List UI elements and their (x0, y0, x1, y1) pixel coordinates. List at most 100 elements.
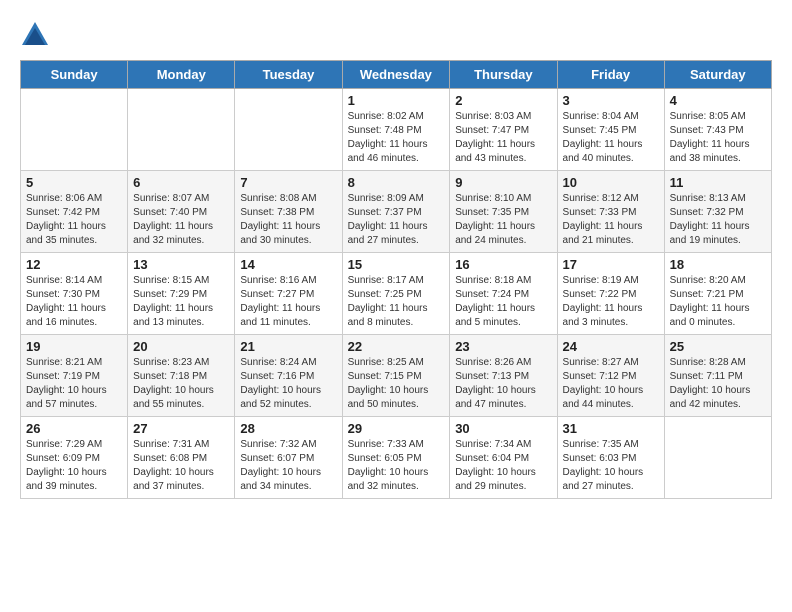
day-number: 25 (670, 339, 766, 354)
day-number: 26 (26, 421, 122, 436)
day-number: 14 (240, 257, 336, 272)
day-number: 2 (455, 93, 551, 108)
day-info: Sunrise: 8:10 AM Sunset: 7:35 PM Dayligh… (455, 192, 551, 248)
calendar-cell: 13 Sunrise: 8:15 AM Sunset: 7:29 PM Dayli… (128, 253, 235, 335)
day-number: 21 (240, 339, 336, 354)
day-of-week-header: Tuesday (235, 61, 342, 89)
day-info: Sunrise: 7:33 AM Sunset: 6:05 PM Dayligh… (348, 438, 445, 494)
day-info: Sunrise: 8:27 AM Sunset: 7:12 PM Dayligh… (563, 356, 659, 412)
day-number: 27 (133, 421, 229, 436)
calendar-cell: 6Sunrise: 8:07 AM Sunset: 7:40 PM Daylig… (128, 171, 235, 253)
day-number: 12 (26, 257, 122, 272)
day-info: Sunrise: 8:09 AM Sunset: 7:37 PM Dayligh… (348, 192, 445, 248)
day-number: 3 (563, 93, 659, 108)
day-info: Sunrise: 8:26 AM Sunset: 7:13 PM Dayligh… (455, 356, 551, 412)
calendar-cell: 29 Sunrise: 7:33 AM Sunset: 6:05 PM Dayli… (342, 417, 450, 499)
calendar: SundayMondayTuesdayWednesdayThursdayFrid… (20, 60, 772, 499)
calendar-cell: 23 Sunrise: 8:26 AM Sunset: 7:13 PM Dayli… (450, 335, 557, 417)
day-info: Sunrise: 8:06 AM Sunset: 7:42 PM Dayligh… (26, 192, 122, 248)
calendar-cell: 3Sunrise: 8:04 AM Sunset: 7:45 PM Daylig… (557, 89, 664, 171)
day-info: Sunrise: 8:24 AM Sunset: 7:16 PM Dayligh… (240, 356, 336, 412)
day-info: Sunrise: 8:15 AM Sunset: 7:29 PM Dayligh… (133, 274, 229, 330)
day-of-week-header: Saturday (664, 61, 771, 89)
day-number: 6 (133, 175, 229, 190)
day-info: Sunrise: 8:18 AM Sunset: 7:24 PM Dayligh… (455, 274, 551, 330)
calendar-cell: 17 Sunrise: 8:19 AM Sunset: 7:22 PM Dayli… (557, 253, 664, 335)
day-info: Sunrise: 8:13 AM Sunset: 7:32 PM Dayligh… (670, 192, 766, 248)
day-of-week-header: Friday (557, 61, 664, 89)
logo-icon (20, 20, 50, 50)
calendar-cell: 11 Sunrise: 8:13 AM Sunset: 7:32 PM Dayli… (664, 171, 771, 253)
day-number: 17 (563, 257, 659, 272)
day-number: 28 (240, 421, 336, 436)
day-number: 24 (563, 339, 659, 354)
day-info: Sunrise: 7:31 AM Sunset: 6:08 PM Dayligh… (133, 438, 229, 494)
calendar-cell: 25 Sunrise: 8:28 AM Sunset: 7:11 PM Dayli… (664, 335, 771, 417)
day-info: Sunrise: 8:23 AM Sunset: 7:18 PM Dayligh… (133, 356, 229, 412)
calendar-cell: 26Sunrise: 7:29 AM Sunset: 6:09 PM Dayli… (21, 417, 128, 499)
logo (20, 20, 54, 50)
calendar-week-row: 1Sunrise: 8:02 AM Sunset: 7:48 PM Daylig… (21, 89, 772, 171)
calendar-cell (664, 417, 771, 499)
calendar-week-row: 5 Sunrise: 8:06 AM Sunset: 7:42 PM Daylig… (21, 171, 772, 253)
day-info: Sunrise: 8:02 AM Sunset: 7:48 PM Dayligh… (348, 110, 445, 166)
day-number: 13 (133, 257, 229, 272)
day-number: 5 (26, 175, 122, 190)
day-info: Sunrise: 8:21 AM Sunset: 7:19 PM Dayligh… (26, 356, 122, 412)
day-number: 22 (348, 339, 445, 354)
calendar-cell: 24 Sunrise: 8:27 AM Sunset: 7:12 PM Dayli… (557, 335, 664, 417)
calendar-cell: 4 Sunrise: 8:05 AM Sunset: 7:43 PM Daylig… (664, 89, 771, 171)
day-number: 11 (670, 175, 766, 190)
day-info: Sunrise: 8:17 AM Sunset: 7:25 PM Dayligh… (348, 274, 445, 330)
day-info: Sunrise: 8:16 AM Sunset: 7:27 PM Dayligh… (240, 274, 336, 330)
calendar-cell: 28 Sunrise: 7:32 AM Sunset: 6:07 PM Dayli… (235, 417, 342, 499)
day-number: 29 (348, 421, 445, 436)
calendar-cell: 20 Sunrise: 8:23 AM Sunset: 7:18 PM Dayli… (128, 335, 235, 417)
calendar-cell: 14 Sunrise: 8:16 AM Sunset: 7:27 PM Dayli… (235, 253, 342, 335)
calendar-header-row: SundayMondayTuesdayWednesdayThursdayFrid… (21, 61, 772, 89)
calendar-cell: 5 Sunrise: 8:06 AM Sunset: 7:42 PM Daylig… (21, 171, 128, 253)
day-number: 31 (563, 421, 659, 436)
day-number: 20 (133, 339, 229, 354)
day-number: 4 (670, 93, 766, 108)
calendar-cell: 27 Sunrise: 7:31 AM Sunset: 6:08 PM Dayli… (128, 417, 235, 499)
calendar-cell (235, 89, 342, 171)
calendar-cell: 15 Sunrise: 8:17 AM Sunset: 7:25 PM Dayli… (342, 253, 450, 335)
day-info: Sunrise: 8:14 AM Sunset: 7:30 PM Dayligh… (26, 274, 122, 330)
calendar-cell: 31 Sunrise: 7:35 AM Sunset: 6:03 PM Dayli… (557, 417, 664, 499)
day-number: 23 (455, 339, 551, 354)
day-of-week-header: Wednesday (342, 61, 450, 89)
day-of-week-header: Monday (128, 61, 235, 89)
calendar-cell: 7Sunrise: 8:08 AM Sunset: 7:38 PM Daylig… (235, 171, 342, 253)
day-info: Sunrise: 8:19 AM Sunset: 7:22 PM Dayligh… (563, 274, 659, 330)
calendar-cell: 16 Sunrise: 8:18 AM Sunset: 7:24 PM Dayli… (450, 253, 557, 335)
calendar-cell: 21 Sunrise: 8:24 AM Sunset: 7:16 PM Dayli… (235, 335, 342, 417)
calendar-cell: 30Sunrise: 7:34 AM Sunset: 6:04 PM Dayli… (450, 417, 557, 499)
day-info: Sunrise: 8:28 AM Sunset: 7:11 PM Dayligh… (670, 356, 766, 412)
calendar-cell: 18Sunrise: 8:20 AM Sunset: 7:21 PM Dayli… (664, 253, 771, 335)
calendar-week-row: 12 Sunrise: 8:14 AM Sunset: 7:30 PM Dayli… (21, 253, 772, 335)
day-number: 10 (563, 175, 659, 190)
day-info: Sunrise: 8:20 AM Sunset: 7:21 PM Dayligh… (670, 274, 766, 330)
day-info: Sunrise: 7:35 AM Sunset: 6:03 PM Dayligh… (563, 438, 659, 494)
day-of-week-header: Thursday (450, 61, 557, 89)
day-info: Sunrise: 7:34 AM Sunset: 6:04 PM Dayligh… (455, 438, 551, 494)
header (20, 20, 772, 50)
calendar-cell: 8Sunrise: 8:09 AM Sunset: 7:37 PM Daylig… (342, 171, 450, 253)
day-number: 7 (240, 175, 336, 190)
day-number: 16 (455, 257, 551, 272)
calendar-cell: 9Sunrise: 8:10 AM Sunset: 7:35 PM Daylig… (450, 171, 557, 253)
calendar-week-row: 26Sunrise: 7:29 AM Sunset: 6:09 PM Dayli… (21, 417, 772, 499)
calendar-cell: 12 Sunrise: 8:14 AM Sunset: 7:30 PM Dayli… (21, 253, 128, 335)
day-info: Sunrise: 8:25 AM Sunset: 7:15 PM Dayligh… (348, 356, 445, 412)
calendar-cell (21, 89, 128, 171)
day-info: Sunrise: 8:03 AM Sunset: 7:47 PM Dayligh… (455, 110, 551, 166)
calendar-cell: 22 Sunrise: 8:25 AM Sunset: 7:15 PM Dayli… (342, 335, 450, 417)
day-number: 15 (348, 257, 445, 272)
day-info: Sunrise: 8:05 AM Sunset: 7:43 PM Dayligh… (670, 110, 766, 166)
calendar-cell: 10Sunrise: 8:12 AM Sunset: 7:33 PM Dayli… (557, 171, 664, 253)
day-of-week-header: Sunday (21, 61, 128, 89)
day-info: Sunrise: 7:32 AM Sunset: 6:07 PM Dayligh… (240, 438, 336, 494)
calendar-cell: 19Sunrise: 8:21 AM Sunset: 7:19 PM Dayli… (21, 335, 128, 417)
calendar-cell: 2 Sunrise: 8:03 AM Sunset: 7:47 PM Daylig… (450, 89, 557, 171)
